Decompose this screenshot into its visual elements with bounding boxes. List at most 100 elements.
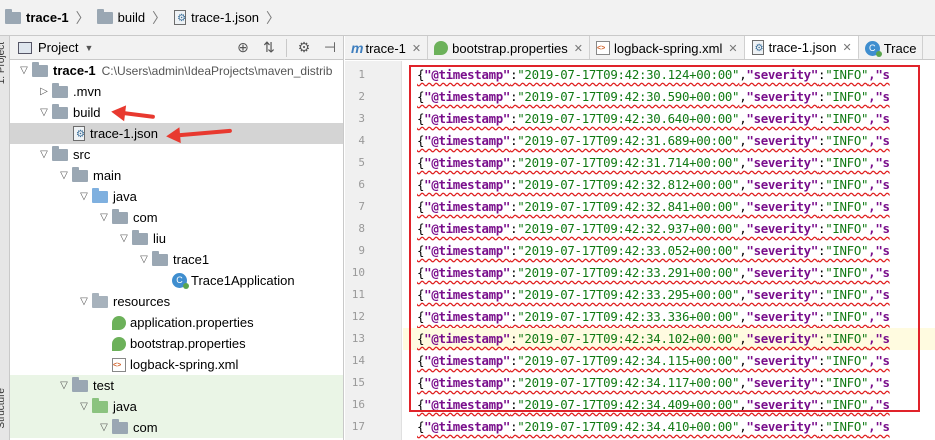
json-key: "@timestamp" [424, 155, 511, 170]
line-number: 5 [358, 156, 365, 169]
tree-node-label: java [113, 399, 137, 414]
project-view-selector[interactable]: Project [38, 40, 78, 55]
tab-label: trace-1 [365, 40, 406, 56]
json-key: "@timestamp" [424, 221, 511, 236]
chevron-down-icon[interactable]: ▽ [36, 149, 52, 160]
breadcrumb-item-build[interactable]: build [94, 0, 148, 36]
tree-node[interactable]: ▽ test [10, 375, 343, 396]
tab-bootstrap-properties[interactable]: bootstrap.properties ✕ [428, 36, 590, 59]
json-file-icon [173, 10, 187, 25]
tree-node[interactable]: application.properties [10, 312, 343, 333]
json-key: "severity" [746, 155, 819, 170]
toolbar-divider [286, 38, 287, 57]
close-icon[interactable]: ✕ [843, 41, 852, 54]
tree-node[interactable]: C Trace1Application [10, 270, 343, 291]
tree-node-label: trace-1 [53, 63, 96, 78]
json-key: "severity" [746, 331, 819, 346]
json-key: "@timestamp" [424, 353, 511, 368]
tree-node-label: trace-1.json [90, 126, 158, 141]
tree-node[interactable]: ▽ src [10, 144, 343, 165]
close-icon[interactable]: ✕ [574, 42, 583, 55]
chevron-down-icon[interactable]: ▽ [136, 254, 152, 265]
tree-node[interactable]: ▽ trace-1 C:\Users\admin\IdeaProjects\mave… [10, 60, 343, 81]
code-line: {"@timestamp":"2019-07-17T09:42:30.590+0… [417, 86, 890, 108]
json-key: ,"s [868, 111, 890, 126]
chevron-down-icon[interactable]: ▽ [76, 191, 92, 202]
tree-node[interactable]: bootstrap.properties [10, 333, 343, 354]
json-key: "severity" [746, 353, 819, 368]
tree-node[interactable]: ▽ trace1 [10, 249, 343, 270]
collapse-all-icon[interactable]: ⇅ [256, 39, 282, 56]
tree-node-label: .mvn [73, 84, 102, 99]
line-number: 12 [351, 310, 365, 323]
line-number: 10 [351, 266, 365, 279]
tab-trace-1[interactable]: m trace-1 ✕ [345, 36, 429, 59]
tree-node-label: com [133, 420, 158, 435]
chevron-down-icon[interactable]: ▽ [96, 212, 112, 223]
tree-node[interactable]: ▽ com [10, 207, 343, 228]
json-key: "severity" [746, 221, 819, 236]
code-line: {"@timestamp":"2019-07-17T09:42:34.117+0… [417, 372, 890, 394]
chevron-right-icon[interactable]: ▷ [36, 86, 52, 97]
chevron-down-icon[interactable]: ▽ [56, 380, 72, 391]
chevron-down-icon[interactable]: ▽ [36, 107, 52, 118]
editor-content[interactable]: {"@timestamp":"2019-07-17T09:42:30.124+0… [403, 61, 935, 440]
tree-node-label: application.properties [130, 315, 254, 330]
tree-node[interactable]: ▽ liu [10, 228, 343, 249]
close-icon[interactable]: ✕ [728, 42, 737, 55]
folder-icon [96, 8, 113, 24]
json-string: "2019-07-17T09:42:30.640+00:00" [517, 111, 740, 126]
json-string: "2019-07-17T09:42:34.410+00:00" [517, 419, 740, 434]
tab-logback-spring-xml[interactable]: logback-spring.xml ✕ [590, 36, 745, 59]
chevron-down-icon[interactable]: ▽ [16, 65, 32, 76]
source-folder-icon [92, 187, 108, 203]
chevron-down-icon[interactable]: ▽ [56, 170, 72, 181]
code-line: {"@timestamp":"2019-07-17T09:42:30.640+0… [417, 108, 890, 130]
chevron-down-icon[interactable]: ▽ [76, 296, 92, 307]
breadcrumb-label: trace-1.json [191, 10, 260, 25]
json-key: ,"s [868, 353, 890, 368]
tab-trace-1-json[interactable]: trace-1.json ✕ [744, 36, 859, 59]
tree-node[interactable]: ▽ com [10, 417, 343, 438]
close-icon[interactable]: ✕ [412, 42, 421, 55]
json-string: "INFO" [825, 353, 869, 368]
tab-trace[interactable]: C Trace [859, 36, 924, 59]
chevron-down-icon[interactable]: ▽ [96, 422, 112, 433]
hide-icon[interactable]: ⊣ [317, 39, 343, 56]
tree-node[interactable]: ▷ .mvn [10, 81, 343, 102]
json-key: "severity" [746, 265, 819, 280]
json-string: "2019-07-17T09:42:31.689+00:00" [517, 133, 740, 148]
code-line: {"@timestamp":"2019-07-17T09:42:34.409+0… [417, 394, 890, 416]
json-key: "@timestamp" [424, 309, 511, 324]
gear-icon[interactable]: ⚙ [291, 39, 317, 56]
dropdown-arrow-icon[interactable]: ▼ [84, 43, 93, 53]
tree-node-label: bootstrap.properties [130, 336, 246, 351]
json-string: "INFO" [825, 155, 869, 170]
json-string: "INFO" [825, 309, 869, 324]
tree-node[interactable]: logback-spring.xml [10, 354, 343, 375]
tree-node[interactable]: ▽ resources [10, 291, 343, 312]
json-string: "INFO" [825, 177, 869, 192]
editor-tabs: mtrace-1✕bootstrap.properties✕logback-sp… [345, 36, 935, 60]
json-string: "2019-07-17T09:42:34.117+00:00" [517, 375, 740, 390]
chevron-down-icon[interactable]: ▽ [116, 233, 132, 244]
json-string: "2019-07-17T09:42:32.841+00:00" [517, 199, 740, 214]
breadcrumb-item-project[interactable]: trace-1 [2, 0, 72, 36]
breadcrumb-item-file[interactable]: trace-1.json [170, 0, 262, 36]
tree-node[interactable]: ▽ build [10, 102, 343, 123]
spring-properties-icon [112, 336, 126, 351]
editor-gutter: 1 2 3 4 5 6 7 8 9 10 11 12 13 14 15 16 17 [345, 61, 402, 440]
line-number: 11 [351, 288, 365, 301]
json-key: ,"s [868, 199, 890, 214]
chevron-down-icon[interactable]: ▽ [76, 401, 92, 412]
tree-node[interactable]: ▽ java [10, 186, 343, 207]
line-number: 4 [358, 134, 365, 147]
tree-node[interactable]: ▽ java [10, 396, 343, 417]
tree-node[interactable]: ▽ main [10, 165, 343, 186]
spring-class-icon: C [864, 40, 882, 57]
locate-icon[interactable]: ⊕ [230, 39, 256, 56]
folder-icon [52, 103, 68, 119]
line-number: 14 [351, 354, 365, 367]
json-key: ,"s [868, 265, 890, 280]
folder-icon [5, 8, 21, 24]
